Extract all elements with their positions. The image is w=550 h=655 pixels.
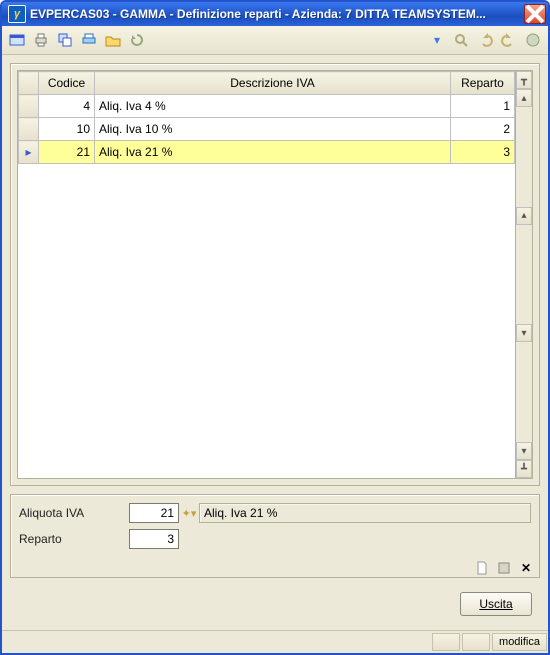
cell-reparto[interactable]: 1: [451, 95, 515, 118]
cell-reparto[interactable]: 2: [451, 118, 515, 141]
cell-codice[interactable]: 10: [39, 118, 95, 141]
help-icon[interactable]: [524, 31, 542, 49]
cell-codice[interactable]: 4: [39, 95, 95, 118]
grid-header-descrizione[interactable]: Descrizione IVA: [95, 72, 451, 95]
grid-header-row: Codice Descrizione IVA Reparto: [19, 72, 515, 95]
cell-reparto[interactable]: 3: [451, 141, 515, 164]
toolbar: ▾: [2, 26, 548, 55]
settings-icon[interactable]: [56, 31, 74, 49]
reparto-label: Reparto: [19, 532, 129, 546]
form-panel: Aliquota IVA ✦▾ Aliq. Iva 21 % Reparto ✕: [10, 494, 540, 578]
scroll-top-icon[interactable]: ┳: [516, 71, 532, 89]
grid-table[interactable]: Codice Descrizione IVA Reparto 4Aliq. Iv…: [18, 71, 515, 164]
scroll-down-icon[interactable]: ▾: [516, 442, 532, 460]
dropdown-icon[interactable]: ▾: [428, 31, 446, 49]
delete-icon[interactable]: ✕: [519, 561, 533, 575]
client-area: Codice Descrizione IVA Reparto 4Aliq. Iv…: [2, 55, 548, 630]
edit-icon[interactable]: [497, 561, 511, 575]
cell-descrizione[interactable]: Aliq. Iva 4 %: [95, 95, 451, 118]
grid-header-codice[interactable]: Codice: [39, 72, 95, 95]
table-row[interactable]: 4Aliq. Iva 4 %1: [19, 95, 515, 118]
grid-header-reparto[interactable]: Reparto: [451, 72, 515, 95]
table-row[interactable]: ▸21Aliq. Iva 21 %3: [19, 141, 515, 164]
aliquota-input[interactable]: [129, 503, 179, 523]
lookup-icon[interactable]: ✦▾: [179, 507, 199, 520]
cell-descrizione[interactable]: Aliq. Iva 21 %: [95, 141, 451, 164]
cell-codice[interactable]: 21: [39, 141, 95, 164]
bottombar: Uscita: [10, 586, 540, 622]
undo-icon[interactable]: [476, 31, 494, 49]
window-title: EVPERCAS03 - GAMMA - Definizione reparti…: [30, 7, 522, 21]
uscita-button[interactable]: Uscita: [460, 592, 532, 616]
aliquota-display: Aliq. Iva 21 %: [199, 503, 531, 523]
grid: Codice Descrizione IVA Reparto 4Aliq. Iv…: [17, 70, 533, 479]
statusbar: modifica: [2, 630, 548, 653]
print-icon[interactable]: [32, 31, 50, 49]
app-icon: γ: [8, 5, 26, 23]
refresh-icon[interactable]: [128, 31, 146, 49]
form-actions: ✕: [11, 557, 539, 577]
titlebar: γ EVPERCAS03 - GAMMA - Definizione repar…: [2, 2, 548, 26]
scroll-up-icon[interactable]: ▴: [516, 89, 532, 107]
print-direct-icon[interactable]: [80, 31, 98, 49]
grid-scrollbar[interactable]: ┳ ▴ ▴ ▾ ▾ ┻: [515, 71, 532, 478]
grid-panel: Codice Descrizione IVA Reparto 4Aliq. Iv…: [10, 63, 540, 486]
folder-icon[interactable]: [104, 31, 122, 49]
grid-empty-area: [18, 164, 515, 478]
app-window: γ EVPERCAS03 - GAMMA - Definizione repar…: [0, 0, 550, 655]
table-row[interactable]: 10Aliq. Iva 10 %2: [19, 118, 515, 141]
close-button[interactable]: [524, 4, 546, 24]
cell-descrizione[interactable]: Aliq. Iva 10 %: [95, 118, 451, 141]
row-indicator-icon: [19, 118, 39, 141]
scroll-pagedown-icon[interactable]: ▾: [516, 324, 532, 342]
new-icon[interactable]: [475, 561, 489, 575]
status-cell-1: [432, 633, 460, 651]
row-indicator-icon: ▸: [19, 141, 39, 164]
scroll-pageup-icon[interactable]: ▴: [516, 207, 532, 225]
redo-icon[interactable]: [500, 31, 518, 49]
aliquota-label: Aliquota IVA: [19, 506, 129, 520]
grid-header-indicator[interactable]: [19, 72, 39, 95]
status-mode: modifica: [492, 633, 547, 651]
search-icon[interactable]: [452, 31, 470, 49]
window-icon[interactable]: [8, 31, 26, 49]
scroll-bottom-icon[interactable]: ┻: [516, 460, 532, 478]
row-indicator-icon: [19, 95, 39, 118]
reparto-input[interactable]: [129, 529, 179, 549]
status-cell-2: [462, 633, 490, 651]
